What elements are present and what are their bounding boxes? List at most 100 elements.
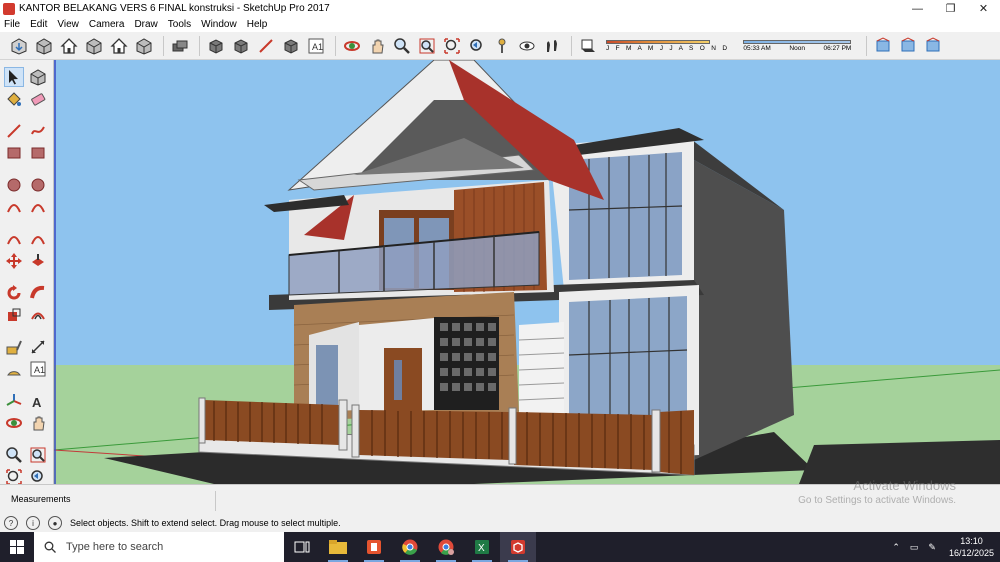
chevron-up-icon[interactable]: ⌃	[892, 542, 900, 553]
noon-time: Noon	[789, 44, 805, 52]
zoom-window-button[interactable]	[416, 35, 438, 57]
status-text: Select objects. Shift to extend select. …	[70, 518, 341, 528]
sketchup-taskbar-button[interactable]	[500, 532, 536, 562]
menu-draw[interactable]: Draw	[134, 19, 157, 30]
eraser-tool[interactable]	[28, 89, 48, 109]
zoom-icon	[394, 37, 410, 54]
walk-icon	[547, 39, 557, 52]
three-point-arc-tool[interactable]	[4, 229, 24, 249]
text-tool[interactable]: A1	[28, 359, 48, 379]
push-pull-tool[interactable]	[28, 251, 48, 271]
shadows-button[interactable]	[577, 35, 599, 57]
two-point-arc-tool[interactable]	[28, 197, 48, 217]
freehand-tool[interactable]	[28, 121, 48, 141]
rectangle-tool[interactable]	[4, 143, 24, 163]
menu-tools[interactable]: Tools	[168, 19, 191, 30]
shaded-texture-style-icon: A1	[308, 38, 324, 53]
warehouse-button[interactable]	[83, 35, 105, 57]
pan-tool[interactable]	[28, 413, 48, 433]
select-tool[interactable]	[4, 67, 24, 87]
zoom-tool[interactable]	[4, 445, 24, 465]
house-button[interactable]	[108, 35, 130, 57]
menu-edit[interactable]: Edit	[30, 19, 47, 30]
pen-icon[interactable]: ✎	[928, 542, 936, 553]
section-plane-button[interactable]	[872, 35, 894, 57]
position-camera-icon	[498, 38, 506, 53]
zoom-window-tool[interactable]	[28, 445, 48, 465]
maximize-button[interactable]: ❐	[934, 2, 967, 15]
time-slider[interactable]	[743, 39, 852, 44]
get-models-button[interactable]	[8, 35, 30, 57]
components-button[interactable]	[33, 35, 55, 57]
display-section-button[interactable]	[897, 35, 919, 57]
orbit-tool[interactable]	[4, 413, 24, 433]
menu-view[interactable]: View	[57, 19, 79, 30]
pie-tool[interactable]	[28, 229, 48, 249]
orbit-button[interactable]	[341, 35, 363, 57]
zoom-button[interactable]	[391, 35, 413, 57]
wireframe-style-button[interactable]	[230, 35, 252, 57]
scale-tool[interactable]	[4, 305, 24, 325]
chrome-button[interactable]	[392, 532, 428, 562]
circle-tool[interactable]	[4, 175, 24, 195]
taskbar-search[interactable]: Type here to search	[34, 532, 284, 562]
walk-button[interactable]	[541, 35, 563, 57]
menu-file[interactable]: File	[4, 19, 20, 30]
geolocation-icon[interactable]: ?	[4, 516, 18, 530]
axes-tool[interactable]	[4, 391, 24, 411]
measurements-box[interactable]: Measurements	[6, 491, 216, 511]
paint-bucket-tool[interactable]	[4, 89, 24, 109]
model-viewport[interactable]	[54, 60, 1000, 484]
look-around-button[interactable]	[516, 35, 538, 57]
rotated-rectangle-tool[interactable]	[28, 143, 48, 163]
position-camera-button[interactable]	[491, 35, 513, 57]
section-cuts-button[interactable]	[922, 35, 944, 57]
line-tool[interactable]	[4, 121, 24, 141]
close-button[interactable]: ✕	[967, 2, 1000, 15]
zoom-extents-button[interactable]	[441, 35, 463, 57]
excel-button[interactable]: X	[464, 532, 500, 562]
polygon-tool[interactable]	[28, 175, 48, 195]
move-tool[interactable]	[4, 251, 24, 271]
shaded-style-button[interactable]	[280, 35, 302, 57]
xray-style-button[interactable]	[205, 35, 227, 57]
make-component-icon	[30, 69, 46, 86]
menu-window[interactable]: Window	[201, 19, 237, 30]
protractor-tool[interactable]	[4, 359, 24, 379]
shaded-texture-style-button[interactable]: A1	[305, 35, 327, 57]
minimize-button[interactable]: —	[901, 3, 934, 15]
pan-icon	[372, 39, 384, 53]
hidden-line-style-button[interactable]	[255, 35, 277, 57]
battery-icon[interactable]: ▭	[910, 542, 919, 553]
storage-button[interactable]	[133, 35, 155, 57]
office-button[interactable]	[356, 532, 392, 562]
start-button[interactable]	[0, 532, 34, 562]
make-component-tool[interactable]	[28, 67, 48, 87]
chrome-profile-button[interactable]	[428, 532, 464, 562]
dimension-tool[interactable]	[28, 337, 48, 357]
rotate-icon	[7, 285, 21, 300]
shadows-icon	[581, 39, 595, 52]
shaded-style-icon	[284, 38, 298, 54]
status-bar: ? i ● Select objects. Shift to extend se…	[0, 514, 1000, 532]
arc-tool[interactable]	[4, 197, 24, 217]
credits-icon[interactable]: i	[26, 516, 40, 530]
clock[interactable]: 13:10 16/12/2025	[949, 535, 994, 559]
month-slider[interactable]	[606, 39, 710, 44]
layers-button[interactable]	[169, 35, 191, 57]
task-view-button[interactable]	[284, 532, 320, 562]
offset-tool[interactable]	[28, 305, 48, 325]
rotate-tool[interactable]	[4, 283, 24, 303]
menu-help[interactable]: Help	[247, 19, 268, 30]
previous-view-button[interactable]	[466, 35, 488, 57]
home-view-button[interactable]	[58, 35, 80, 57]
pan-button[interactable]	[366, 35, 388, 57]
tape-measure-tool[interactable]	[4, 337, 24, 357]
user-icon[interactable]: ●	[48, 516, 62, 530]
follow-me-tool[interactable]	[28, 283, 48, 303]
menu-camera[interactable]: Camera	[89, 19, 125, 30]
paint-bucket-icon	[7, 92, 21, 106]
file-explorer-button[interactable]	[320, 532, 356, 562]
fence-end	[659, 410, 694, 475]
3d-text-tool[interactable]: A	[28, 391, 48, 411]
